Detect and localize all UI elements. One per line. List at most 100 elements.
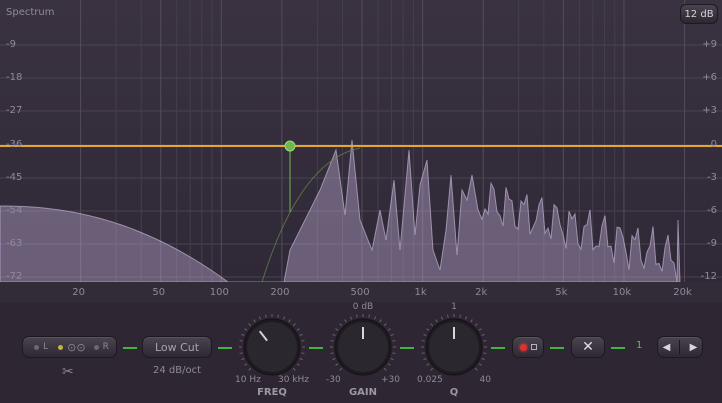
knob-tick: [459, 314, 461, 318]
knob-tick: [421, 340, 425, 342]
knob-tick: [423, 333, 427, 336]
knob-min-label: 10 Hz: [235, 375, 261, 385]
knob-tick: [339, 323, 343, 327]
connector-line: [611, 347, 625, 349]
freq-knob-group: 10 Hz 30 kHz FREQ: [235, 312, 309, 402]
knob-max-label: 40: [479, 375, 491, 385]
prev-icon[interactable]: ◀: [663, 342, 671, 353]
spectrum-display[interactable]: Spectrum 12 dB -9 -18 -27 -36 -45 -54 -63 -72 +…: [0, 0, 722, 282]
knob-tick: [330, 352, 334, 354]
knob-tick: [335, 363, 339, 366]
knob-tick: [330, 340, 334, 342]
next-icon[interactable]: ▶: [690, 342, 698, 353]
connector-line: [309, 347, 323, 349]
gain-scale-label: 0: [710, 139, 717, 150]
db-scale-label: -36: [6, 139, 23, 150]
knob-tick: [292, 323, 296, 327]
stereo-right-label[interactable]: R: [103, 342, 109, 352]
frequency-label: 200: [270, 287, 290, 298]
connector-line: [123, 347, 137, 349]
gain-scale-label: +9: [702, 39, 717, 50]
knob-tick: [332, 333, 336, 336]
band-solo-button[interactable]: [512, 336, 544, 358]
knob-tick: [474, 367, 478, 371]
knob-tick: [339, 367, 343, 371]
remove-band-button[interactable]: ✕: [571, 336, 605, 358]
knob-tick: [478, 328, 482, 331]
knob-tick: [301, 352, 305, 354]
stereo-placement[interactable]: L ⊙⊙ R: [22, 336, 117, 358]
knob-tick: [481, 333, 485, 336]
knob-tick: [440, 316, 443, 320]
square-icon: [530, 344, 537, 350]
display-title: Spectrum: [6, 7, 55, 18]
knob-tick: [248, 323, 252, 327]
knob-tick: [332, 358, 336, 361]
knob-tick: [244, 328, 248, 331]
gain-scale-label: -12: [700, 271, 717, 282]
knob-center-label: 1: [451, 302, 457, 312]
knob-center-label: 0 dB: [352, 302, 374, 312]
scissors-icon[interactable]: ✂: [62, 364, 74, 380]
filter-type-button[interactable]: Low Cut: [142, 336, 212, 358]
knob-tick: [241, 333, 245, 336]
range-button[interactable]: 12 dB: [680, 4, 718, 24]
knob-q[interactable]: [417, 312, 491, 380]
knob-tick: [292, 367, 296, 371]
knob-tick: [335, 328, 339, 331]
knob-freq[interactable]: [235, 312, 309, 380]
connector-line: [491, 347, 505, 349]
band-node-handle[interactable]: [284, 140, 296, 152]
knob-tick: [241, 358, 245, 361]
spectrum-graph[interactable]: [0, 0, 722, 282]
connector-line: [400, 347, 414, 349]
stereo-link-icon[interactable]: ⊙⊙: [67, 341, 85, 354]
db-scale-label: -45: [6, 172, 23, 183]
band-navigation[interactable]: ◀ ▶: [657, 336, 703, 358]
knob-tick: [421, 352, 425, 354]
knob-tick: [288, 319, 291, 323]
gain-scale-label: +3: [702, 105, 717, 116]
close-icon: ✕: [582, 339, 594, 355]
knob-tick: [390, 358, 394, 361]
knob-tick: [379, 319, 382, 323]
stereo-dot-icon: [34, 344, 40, 350]
knob-tick: [430, 367, 434, 371]
band-number: 1: [636, 340, 643, 351]
db-scale-label: -72: [6, 271, 23, 282]
gain-scale-label: -6: [707, 205, 717, 216]
knob-min-label: -30: [326, 375, 341, 385]
divider: [679, 340, 681, 354]
stereo-left-label[interactable]: L: [43, 342, 48, 352]
filter-slope: 24 dB/oct: [152, 365, 202, 376]
knob-tick: [430, 323, 434, 327]
knob-tick: [374, 316, 377, 320]
frequency-label: 50: [152, 287, 166, 298]
knob-tick: [253, 319, 256, 323]
db-scale-label: -27: [6, 105, 23, 116]
knob-tick: [239, 352, 243, 354]
knob-tick: [265, 314, 267, 318]
knob-tick: [426, 363, 430, 366]
knob-title: Q: [449, 387, 459, 398]
knob-tick: [423, 358, 427, 361]
knob-tick: [392, 352, 396, 354]
frequency-label: 2k: [475, 287, 488, 298]
gain-scale-label: -3: [707, 172, 717, 183]
frequency-label: 1k: [414, 287, 427, 298]
knob-tick: [277, 314, 279, 318]
frequency-label: 10k: [612, 287, 632, 298]
stereo-dot-on-icon: [58, 344, 64, 350]
knob-tick: [283, 316, 286, 320]
knob-tick: [258, 316, 261, 320]
frequency-label: 20: [72, 287, 85, 298]
knob-tick: [465, 316, 468, 320]
knob-tick: [301, 340, 305, 342]
knob-tick: [470, 319, 473, 323]
knob-gain[interactable]: [326, 312, 400, 380]
knob-tick: [387, 363, 391, 366]
gain-scale-label: -9: [707, 238, 717, 249]
knob-tick: [447, 314, 449, 318]
q-knob-group: 1 0.025 40 Q: [417, 302, 491, 402]
frequency-label: 100: [209, 287, 229, 298]
